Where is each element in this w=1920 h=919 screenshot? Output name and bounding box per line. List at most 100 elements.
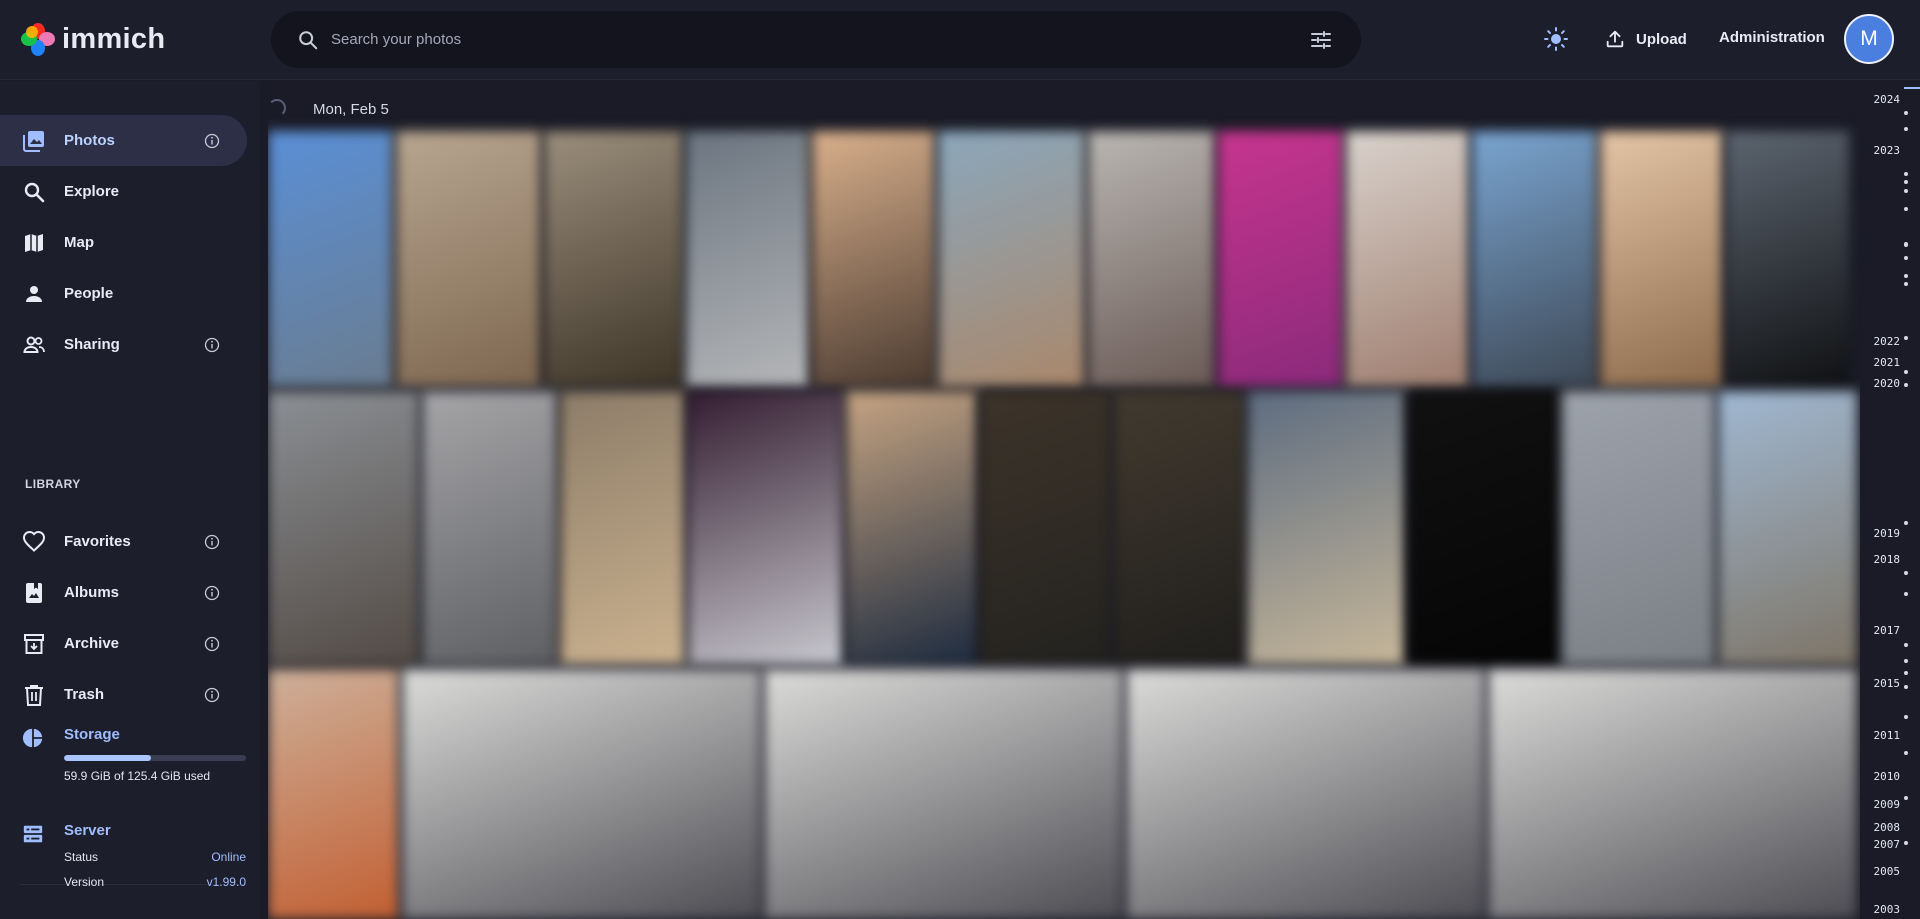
photo-thumbnail[interactable] bbox=[980, 391, 1111, 665]
scrubber-year-label[interactable]: 2022 bbox=[1874, 335, 1901, 348]
theme-toggle-icon[interactable] bbox=[1543, 26, 1569, 52]
photo-thumbnail[interactable] bbox=[764, 669, 1123, 919]
scrubber-year-label[interactable]: 2017 bbox=[1874, 624, 1901, 637]
sidebar-item-explore[interactable]: Explore bbox=[0, 166, 247, 217]
server-status-row: Status Online bbox=[64, 850, 246, 864]
scrubber-year-label[interactable]: 2020 bbox=[1874, 377, 1901, 390]
photo-thumbnail[interactable] bbox=[402, 669, 761, 919]
scrubber-year-label[interactable]: 2007 bbox=[1874, 838, 1901, 851]
upload-icon bbox=[1606, 30, 1624, 48]
scrubber-dot bbox=[1904, 685, 1908, 689]
info-icon[interactable] bbox=[204, 337, 220, 353]
scrubber-year-label[interactable]: 2015 bbox=[1874, 677, 1901, 690]
sidebar-item-map[interactable]: Map bbox=[0, 217, 247, 268]
storage-pie-icon bbox=[22, 728, 43, 748]
scrubber-year-label[interactable]: 2024 bbox=[1874, 93, 1901, 106]
photo-thumbnail[interactable] bbox=[846, 391, 977, 665]
photo-thumbnail[interactable] bbox=[938, 131, 1085, 387]
info-icon[interactable] bbox=[204, 133, 220, 149]
sidebar-item-label: Albums bbox=[64, 584, 120, 601]
photo-thumbnail[interactable] bbox=[686, 131, 809, 387]
photo-thumbnail[interactable] bbox=[268, 391, 419, 665]
photo-thumbnail[interactable] bbox=[1600, 131, 1723, 387]
scrubber-dot bbox=[1904, 256, 1908, 260]
scrubber-year-label[interactable]: 2010 bbox=[1874, 770, 1901, 783]
photo-thumbnail[interactable] bbox=[560, 391, 685, 665]
sidebar-item-sharing[interactable]: Sharing bbox=[0, 319, 247, 370]
app-name: immich bbox=[62, 22, 166, 55]
sidebar-item-photos[interactable]: Photos bbox=[0, 115, 247, 166]
photo-thumbnail[interactable] bbox=[268, 669, 399, 919]
select-group-icon[interactable] bbox=[268, 99, 286, 117]
photo-thumbnail[interactable] bbox=[396, 131, 541, 387]
scrubber-dot bbox=[1904, 180, 1908, 184]
search-input[interactable] bbox=[331, 11, 1231, 68]
photo-thumbnail[interactable] bbox=[268, 131, 393, 387]
sidebar-item-favorites[interactable]: Favorites bbox=[0, 516, 247, 567]
scrubber-dot bbox=[1904, 796, 1908, 800]
scrubber-year-label[interactable]: 2018 bbox=[1874, 553, 1901, 566]
upload-label: Upload bbox=[1636, 30, 1687, 48]
sidebar-item-label: Explore bbox=[64, 183, 120, 200]
photo-thumbnail[interactable] bbox=[1126, 669, 1485, 919]
scrubber-year-label[interactable]: 2009 bbox=[1874, 798, 1901, 811]
photo-thumbnail[interactable] bbox=[1218, 131, 1343, 387]
scrubber-dot bbox=[1904, 243, 1908, 247]
scrubber-dot bbox=[1904, 172, 1908, 176]
sidebar-item-label: Archive bbox=[64, 635, 120, 652]
scrubber-year-label[interactable]: 2023 bbox=[1874, 144, 1901, 157]
scrubber-year-label[interactable]: 2008 bbox=[1874, 821, 1901, 834]
sidebar-item-trash[interactable]: Trash bbox=[0, 669, 247, 720]
info-icon[interactable] bbox=[204, 534, 220, 550]
scrubber-dot bbox=[1904, 111, 1908, 115]
server-version-value[interactable]: v1.99.0 bbox=[207, 875, 246, 889]
scrubber-dot bbox=[1904, 207, 1908, 211]
info-icon[interactable] bbox=[204, 585, 220, 601]
timeline-scrubber[interactable]: 2024 2023 2022 2021 2020 2019 2018 2017 2015 2011… bbox=[1862, 81, 1920, 919]
photo-thumbnail[interactable] bbox=[1248, 391, 1405, 665]
user-avatar[interactable]: M bbox=[1844, 14, 1894, 64]
server-status-value: Online bbox=[211, 850, 246, 864]
upload-button[interactable]: Upload bbox=[1604, 24, 1687, 54]
photo-thumbnail[interactable] bbox=[812, 131, 935, 387]
scrubber-dot bbox=[1904, 751, 1908, 755]
scrubber-year-label[interactable]: 2005 bbox=[1874, 865, 1901, 878]
photo-thumbnail[interactable] bbox=[544, 131, 683, 387]
photo-thumbnail[interactable] bbox=[1408, 391, 1559, 665]
date-group-header: Mon, Feb 5 bbox=[268, 81, 1860, 131]
sidebar-item-label: Trash bbox=[64, 686, 105, 703]
sharing-icon bbox=[23, 336, 45, 353]
photo-thumbnail[interactable] bbox=[1088, 131, 1215, 387]
info-icon[interactable] bbox=[204, 687, 220, 703]
storage-progress-bar bbox=[64, 755, 246, 761]
scrubber-year-label[interactable]: 2021 bbox=[1874, 356, 1901, 369]
photo-thumbnail[interactable] bbox=[1718, 391, 1857, 665]
scrubber-year-label[interactable]: 2011 bbox=[1874, 729, 1901, 742]
immich-logo[interactable]: immich bbox=[20, 20, 165, 58]
photo-thumbnail[interactable] bbox=[1472, 131, 1597, 387]
photo-thumbnail[interactable] bbox=[1488, 669, 1857, 919]
sidebar-item-people[interactable]: People bbox=[0, 268, 247, 319]
scrubber-dot bbox=[1904, 521, 1908, 525]
sidebar-item-albums[interactable]: Albums bbox=[0, 567, 247, 618]
scrubber-dot bbox=[1904, 336, 1908, 340]
sidebar-item-archive[interactable]: Archive bbox=[0, 618, 247, 669]
search-bar[interactable] bbox=[271, 11, 1361, 68]
scrubber-dot bbox=[1904, 274, 1908, 278]
sidebar-item-label: Photos bbox=[64, 132, 115, 149]
photo-thumbnail[interactable] bbox=[1562, 391, 1715, 665]
scrubber-dot bbox=[1904, 592, 1908, 596]
photo-thumbnail[interactable] bbox=[688, 391, 843, 665]
scrubber-year-label[interactable]: 2019 bbox=[1874, 527, 1901, 540]
photo-thumbnail[interactable] bbox=[1726, 131, 1849, 387]
scrubber-year-label[interactable]: 2003 bbox=[1874, 903, 1901, 916]
photo-thumbnail[interactable] bbox=[1114, 391, 1245, 665]
administration-link[interactable]: Administration bbox=[1719, 29, 1825, 46]
photo-thumbnail[interactable] bbox=[1346, 131, 1469, 387]
scrubber-dot bbox=[1904, 841, 1908, 845]
photo-thumbnail[interactable] bbox=[422, 391, 557, 665]
search-filter-icon[interactable] bbox=[1309, 28, 1333, 52]
scrubber-dot bbox=[1904, 189, 1908, 193]
info-icon[interactable] bbox=[204, 636, 220, 652]
scrubber-dot bbox=[1904, 643, 1908, 647]
